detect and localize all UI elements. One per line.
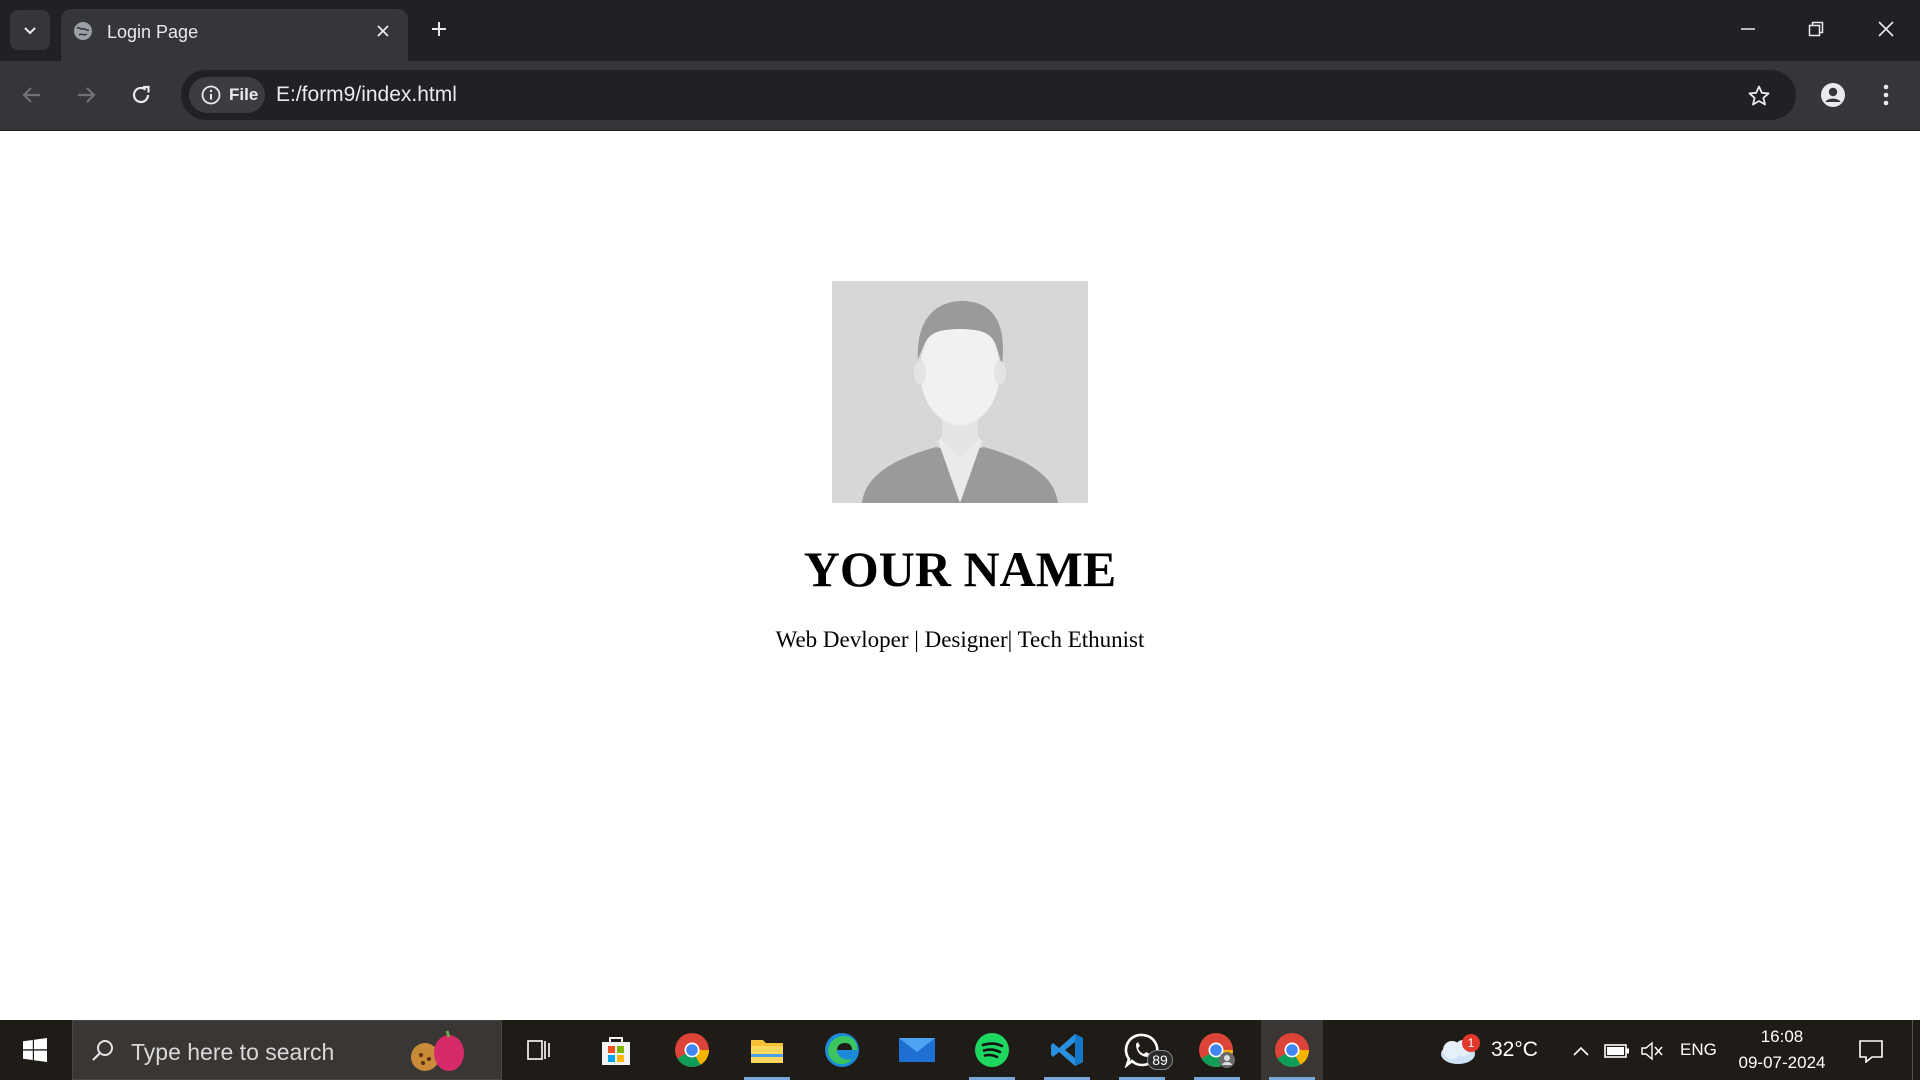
taskbar-app-google-chrome-active[interactable] [1261, 1020, 1323, 1080]
new-tab-button[interactable] [424, 14, 454, 44]
search-placeholder: Type here to search [131, 1039, 335, 1065]
task-view-icon [527, 1040, 550, 1060]
show-desktop-button[interactable] [1912, 1020, 1920, 1080]
notification-icon [1859, 1040, 1883, 1063]
browser-menu-button[interactable] [1868, 77, 1904, 113]
browser-tab-active[interactable]: Login Page [61, 9, 408, 61]
windows-taskbar: Type here to search 89 1 32°C ENG 16:08 … [0, 1020, 1920, 1080]
reload-icon [132, 85, 150, 104]
reload-button[interactable] [123, 77, 159, 113]
taskbar-app-spotify[interactable] [961, 1020, 1023, 1080]
forward-button[interactable] [68, 77, 104, 113]
volume-button[interactable] [1639, 1038, 1665, 1064]
profile-tagline: Web Devloper | Designer| Tech Ethunist [775, 627, 1145, 652]
windows-logo-icon [23, 1038, 47, 1062]
more-vertical-icon [1883, 84, 1889, 106]
edge-icon [825, 1033, 859, 1067]
profile-avatar-image [832, 281, 1088, 503]
microsoft-store-icon [602, 1037, 630, 1065]
plus-icon [432, 22, 446, 36]
chevron-up-icon [1573, 1046, 1589, 1056]
vscode-icon [1051, 1034, 1083, 1066]
mail-icon [899, 1038, 935, 1062]
address-bar[interactable]: File E:/form9/index.html [181, 70, 1796, 120]
taskbar-app-mail[interactable] [886, 1020, 948, 1080]
folder-icon [751, 1040, 783, 1063]
tab-close-button[interactable] [371, 19, 395, 43]
battery-button[interactable] [1604, 1038, 1630, 1064]
chrome-icon [675, 1033, 709, 1067]
clock-date[interactable]: 09-07-2024 [1722, 1052, 1842, 1074]
arrow-left-icon [22, 87, 40, 103]
restore-icon [1808, 21, 1824, 37]
input-language[interactable]: ENG [1680, 1040, 1717, 1060]
taskbar-search-box[interactable]: Type here to search [72, 1020, 502, 1080]
spotify-icon [975, 1033, 1009, 1067]
close-icon [377, 25, 389, 37]
globe-icon [74, 22, 92, 40]
weather-alert-badge: 1 [1462, 1034, 1480, 1052]
profile-name-heading: YOUR NAME [803, 541, 1117, 597]
profile-button[interactable] [1815, 77, 1851, 113]
weather-temperature: 32°C [1491, 1038, 1538, 1061]
show-hidden-icons-button[interactable] [1568, 1038, 1594, 1064]
site-info-label: File [229, 85, 259, 104]
tab-title: Login Page [107, 22, 199, 42]
start-button[interactable] [0, 1020, 70, 1080]
web-page-content: YOUR NAME Web Devloper | Designer| Tech … [0, 131, 1920, 1020]
browser-toolbar: File E:/form9/index.html [0, 61, 1920, 131]
info-icon [201, 85, 221, 105]
chrome-icon [1275, 1033, 1309, 1067]
notification-center-button[interactable] [1856, 1036, 1886, 1066]
user-icon [1821, 83, 1845, 107]
taskbar-app-file-explorer[interactable] [736, 1020, 798, 1080]
speaker-muted-icon [1641, 1041, 1663, 1061]
chrome-profile-icon [1199, 1033, 1235, 1068]
chevron-down-icon [24, 27, 36, 35]
close-window-button[interactable] [1852, 0, 1920, 58]
task-view-button[interactable] [508, 1020, 570, 1080]
weather-widget[interactable]: 1 32°C [1436, 1020, 1546, 1080]
browser-tab-strip: Login Page [0, 0, 1920, 61]
restore-button[interactable] [1782, 0, 1850, 58]
taskbar-app-chrome-profile[interactable] [1186, 1020, 1248, 1080]
bookmark-button[interactable] [1743, 80, 1775, 112]
close-icon [1878, 21, 1894, 37]
site-info-chip[interactable]: File [189, 77, 265, 113]
whatsapp-unread-badge: 89 [1147, 1050, 1173, 1070]
taskbar-app-microsoft-store[interactable] [585, 1020, 647, 1080]
search-icon [87, 1035, 119, 1067]
person-silhouette-icon [832, 281, 1088, 503]
minimize-icon [1741, 28, 1755, 30]
taskbar-app-visual-studio-code[interactable] [1036, 1020, 1098, 1080]
arrow-right-icon [78, 87, 96, 103]
tab-search-button[interactable] [10, 10, 50, 50]
minimize-button[interactable] [1714, 0, 1782, 58]
taskbar-app-google-chrome[interactable] [661, 1020, 723, 1080]
battery-icon [1604, 1044, 1629, 1058]
taskbar-app-whatsapp[interactable]: 89 [1111, 1020, 1173, 1080]
clock-time[interactable]: 16:08 [1722, 1026, 1842, 1048]
search-highlight-illustration [411, 1030, 464, 1071]
star-icon [1748, 85, 1770, 106]
back-button[interactable] [14, 77, 50, 113]
url-text[interactable]: E:/form9/index.html [276, 83, 457, 107]
taskbar-app-microsoft-edge[interactable] [811, 1020, 873, 1080]
